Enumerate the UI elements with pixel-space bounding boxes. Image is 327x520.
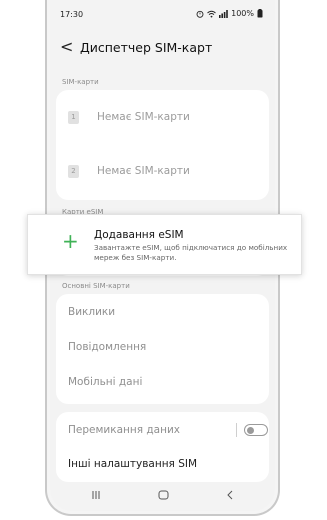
home-icon[interactable]	[158, 490, 169, 500]
sim-item-label: Немає SIM-карти	[97, 165, 190, 177]
signal-icon	[219, 9, 228, 18]
sim-item-1[interactable]: 1 Немає SIM-карти	[66, 102, 259, 132]
status-bar: 17:30 100%	[50, 0, 275, 28]
calls-item[interactable]: Виклики	[68, 306, 115, 318]
data-switching-toggle[interactable]	[244, 424, 268, 436]
header: < Диспетчер SIM-карт	[50, 36, 275, 62]
recents-icon[interactable]	[91, 490, 101, 500]
toggle-knob	[247, 426, 254, 434]
mobile-data-item[interactable]: Мобільні дані	[68, 376, 142, 388]
more-settings-card: Перемикання даних Інші налаштування SIM	[56, 412, 269, 482]
navigation-bar	[50, 479, 275, 511]
plus-icon: +	[62, 229, 79, 253]
messages-item[interactable]: Повідомлення	[68, 341, 146, 353]
back-nav-icon[interactable]	[226, 490, 234, 500]
sim-section-label: SIM-карти	[62, 78, 99, 86]
alarm-icon	[196, 10, 204, 18]
battery-percent: 100%	[231, 9, 254, 18]
toggle-divider	[236, 423, 237, 437]
sim-1-icon: 1	[68, 110, 79, 124]
status-time: 17:30	[60, 10, 84, 19]
add-esim-description: Завантажте eSIM, щоб підключатися до моб…	[94, 243, 288, 262]
page-title: Диспетчер SIM-карт	[80, 40, 213, 55]
wifi-icon	[207, 10, 216, 17]
status-icons: 100%	[196, 9, 263, 18]
sim-item-label: Немає SIM-карти	[97, 111, 190, 123]
primary-sim-card: Виклики Повідомлення Мобільні дані	[56, 294, 269, 404]
add-esim-title: Додавання eSIM	[94, 229, 184, 241]
battery-icon	[257, 9, 263, 18]
data-switching-item[interactable]: Перемикання даних	[68, 424, 180, 436]
sim-item-2[interactable]: 2 Немає SIM-карти	[66, 156, 259, 186]
sim-2-icon: 2	[68, 164, 79, 178]
sim-card-list: 1 Немає SIM-карти 2 Немає SIM-карти	[56, 90, 269, 200]
back-icon[interactable]: <	[60, 37, 73, 56]
primary-sim-section-label: Основні SIM-карти	[62, 282, 130, 290]
more-sim-settings-item[interactable]: Інші налаштування SIM	[68, 458, 197, 470]
add-esim-popup[interactable]: + Додавання eSIM Завантажте eSIM, щоб пі…	[27, 214, 302, 275]
